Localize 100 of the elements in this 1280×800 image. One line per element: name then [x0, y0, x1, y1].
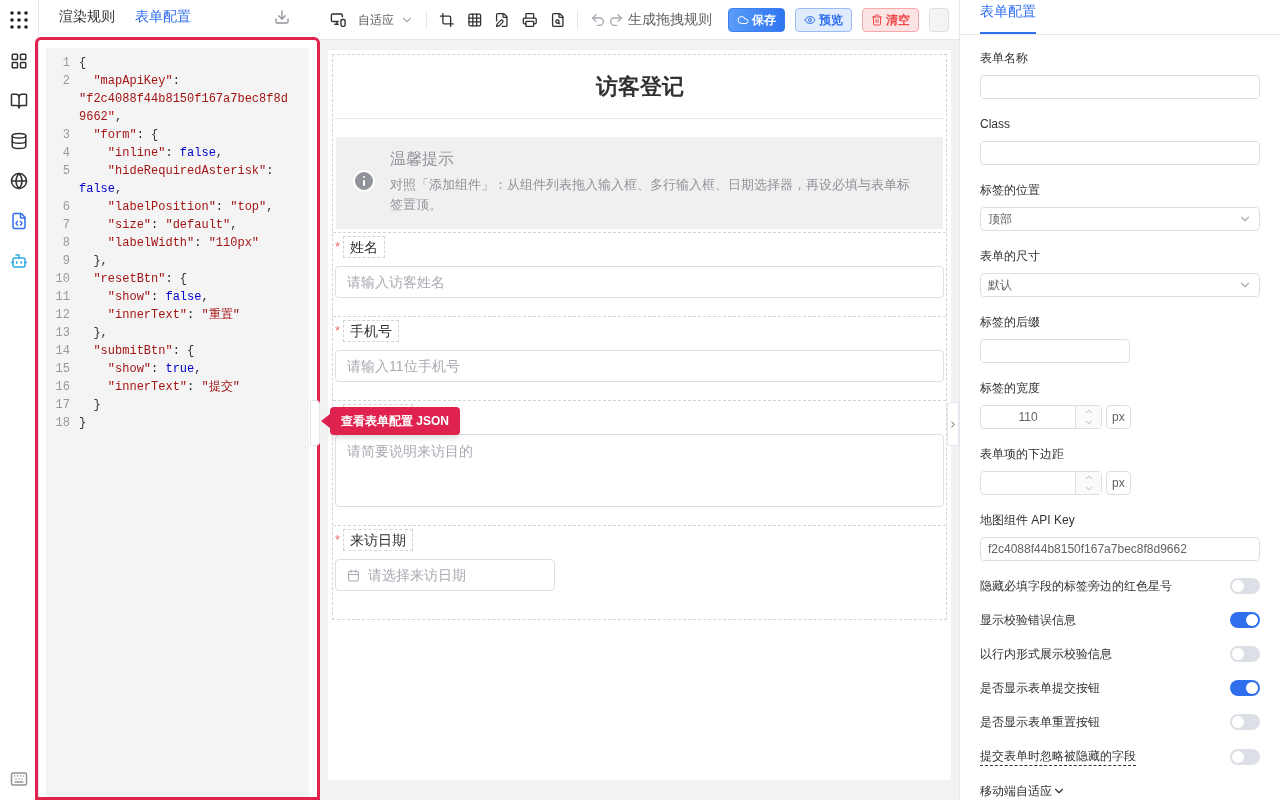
code-icon[interactable]	[10, 212, 28, 230]
toggle-switch[interactable]	[1230, 680, 1260, 696]
line-number: 14	[54, 343, 71, 360]
text-field[interactable]	[980, 339, 1130, 363]
line-number: 7	[61, 217, 71, 234]
code-line: "submitBtn": {	[92, 343, 196, 360]
line-number: 8	[61, 235, 71, 252]
setting-label: 标签的位置	[980, 182, 1041, 199]
line-number: 1	[61, 55, 71, 72]
database-icon[interactable]	[10, 132, 28, 150]
line-number: 12	[54, 307, 71, 324]
panel-tab[interactable]: 表单配置	[980, 1, 1036, 34]
required-asterisk: *	[335, 322, 341, 341]
setting-label: 表单的尺寸	[980, 248, 1041, 265]
code-line: "labelWidth": "110px"	[106, 235, 261, 252]
setting-label: 以行内形式展示校验信息	[980, 646, 1112, 663]
code-line: "resetBtn": {	[92, 271, 189, 288]
toggle-switch[interactable]	[1230, 748, 1260, 765]
trash-icon	[871, 13, 883, 26]
calendar-icon	[347, 568, 360, 582]
setting-label: 表单名称	[980, 50, 1029, 67]
device-select[interactable]: 自适应	[358, 10, 415, 29]
undo-icon[interactable]	[590, 11, 606, 28]
code-line: "mapApiKey": "f2c4088f44b8150f167a7bec8f8d9662",	[78, 73, 289, 126]
line-number: 6	[61, 199, 71, 216]
line-number: 3	[61, 127, 71, 144]
text-field[interactable]	[980, 141, 1260, 165]
crop-icon[interactable]	[439, 11, 455, 28]
code-line: "show": false,	[106, 289, 210, 306]
number-field[interactable]	[980, 471, 1102, 495]
save-button[interactable]: 保存	[728, 7, 785, 32]
code-line: },	[92, 253, 109, 270]
tooltip: 查看表单配置 JSON	[330, 407, 460, 435]
code-line: "innerText": "重置"	[106, 307, 241, 324]
select-field[interactable]: 顶部	[980, 207, 1260, 231]
setting-label: 提交表单时忽略被隐藏的字段	[980, 747, 1136, 766]
preview-button[interactable]: 预览	[795, 7, 852, 32]
text-field[interactable]: f2c4088f44b8150f167a7bec8f8d9662	[980, 537, 1260, 561]
clear-button[interactable]: 清空	[862, 7, 919, 32]
field-label: 手机号	[343, 320, 399, 342]
line-number: 10	[54, 271, 71, 288]
setting-label: 标签的后缀	[980, 314, 1041, 331]
line-number: 17	[54, 397, 71, 414]
edit-icon[interactable]	[494, 11, 510, 28]
ai-icon[interactable]	[10, 252, 28, 270]
setting-label: Class	[980, 116, 1011, 133]
info-icon	[352, 169, 376, 193]
setting-label: 标签的宽度	[980, 380, 1041, 397]
apps-icon[interactable]	[9, 10, 29, 30]
field-label: 来访日期	[343, 529, 413, 551]
field-label: 姓名	[343, 236, 385, 258]
toggle-switch[interactable]	[1230, 578, 1260, 594]
eye-icon	[804, 13, 816, 26]
expand-handle[interactable]	[947, 402, 959, 446]
print-icon[interactable]	[522, 11, 538, 28]
toggle-switch[interactable]	[1230, 612, 1260, 628]
setting-label: 是否显示表单提交按钮	[980, 680, 1100, 697]
text-field[interactable]	[980, 75, 1260, 99]
code-line: "innerText": "提交"	[106, 379, 241, 396]
toggle-switch[interactable]	[1230, 714, 1260, 730]
line-number: 11	[54, 289, 71, 306]
download-icon[interactable]	[274, 9, 290, 25]
generate-rule-link[interactable]: 生成拖拽规则	[628, 9, 712, 30]
line-number: 15	[54, 361, 71, 378]
panel-tab[interactable]: 表单配置	[135, 6, 191, 39]
code-line: }	[78, 415, 88, 432]
line-number: 2	[61, 73, 71, 90]
globe-icon[interactable]	[10, 172, 28, 190]
setting-label: 是否显示表单重置按钮	[980, 714, 1100, 731]
toggle-switch[interactable]	[1230, 646, 1260, 662]
panel-tab[interactable]: 渲染规则	[59, 6, 115, 39]
line-number: 4	[61, 145, 71, 162]
collapse-toggle[interactable]: 移动端自适应	[980, 782, 1260, 800]
number-field[interactable]: 110	[980, 405, 1102, 429]
setting-label: 隐藏必填字段的标签旁边的红色星号	[980, 578, 1172, 595]
unit-label: px	[1106, 405, 1131, 429]
device-icon[interactable]	[330, 11, 347, 28]
cloud-icon	[737, 13, 749, 26]
line-number: 5	[61, 163, 71, 180]
file-search-icon[interactable]	[549, 11, 566, 28]
code-line: "labelPosition": "top",	[106, 199, 275, 216]
components-icon[interactable]	[10, 52, 28, 70]
grid-icon[interactable]	[466, 11, 483, 28]
collapse-handle[interactable]	[310, 400, 320, 446]
redo-icon[interactable]	[608, 11, 624, 28]
book-icon[interactable]	[10, 92, 28, 110]
keyboard-icon[interactable]	[10, 770, 28, 788]
alert-title: 温馨提示	[390, 149, 455, 169]
line-number: 16	[54, 379, 71, 396]
line-number: 9	[61, 253, 71, 270]
setting-label: 显示校验错误信息	[980, 612, 1076, 629]
required-asterisk: *	[335, 238, 341, 257]
code-line: {	[78, 55, 88, 72]
select-field[interactable]: 默认	[980, 273, 1260, 297]
alert-text: 对照「添加组件」：从组件列表拖入输入框、多行输入框、日期选择器，再设必填与表单标签置顶。	[390, 176, 911, 214]
line-number: 13	[54, 325, 71, 342]
setting-label: 表单项的下边距	[980, 446, 1065, 463]
form-title: 访客登记	[595, 73, 684, 101]
code-line: }	[92, 397, 102, 414]
code-line: },	[92, 325, 109, 342]
